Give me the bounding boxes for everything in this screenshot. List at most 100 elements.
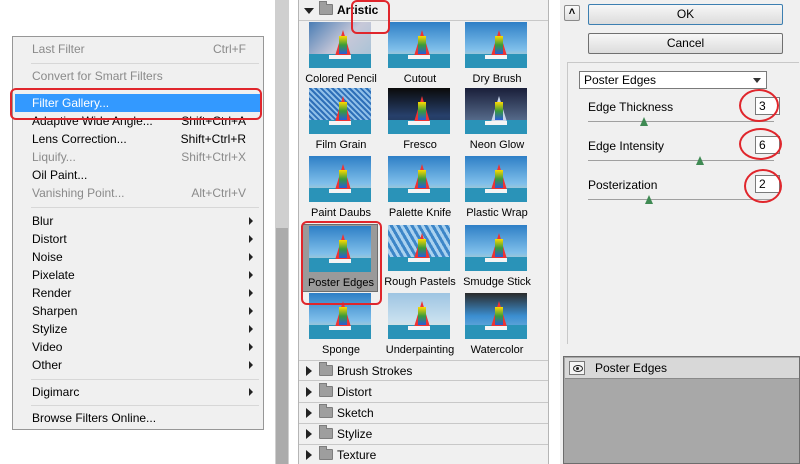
thumb-underpainting[interactable]: Underpainting [384,292,456,362]
slider-thumb[interactable] [645,195,654,204]
menu-item-label: Filter Gallery... [32,96,110,110]
menu-item-distort[interactable]: Distort [13,230,263,248]
slider-thumb[interactable] [639,117,648,126]
ok-button[interactable]: OK [588,4,783,25]
filter-menu: Last Filter Ctrl+F Convert for Smart Fil… [12,36,264,430]
menu-item-label: Digimarc [32,385,80,399]
thumb-label: Poster Edges [307,277,375,289]
posterization-slider[interactable] [588,195,774,204]
menu-separator [31,63,259,64]
category-artistic[interactable]: Artistic [299,0,548,21]
expand-triangle-icon [306,366,312,376]
expand-triangle-icon [306,429,312,439]
thumb-label: Rough Pastels [384,276,456,288]
menu-item-pixelate[interactable]: Pixelate [13,266,263,284]
menu-item-shortcut: Shift+Ctrl+X [181,150,246,164]
thumb-poster-edges[interactable]: Poster Edges [302,224,378,292]
folder-icon [319,404,333,418]
menu-item-vanishing-point[interactable]: Vanishing Point... Alt+Ctrl+V [13,184,263,202]
param-label-edge-intensity: Edge Intensity [588,139,665,153]
menu-item-adaptive-wide-angle[interactable]: Adaptive Wide Angle... Shift+Ctrl+A [13,112,263,130]
filter-thumbnail-image [465,22,527,68]
menu-item-shortcut: Ctrl+F [213,42,246,56]
thumb-label: Smudge Stick [463,276,531,288]
filter-thumbnail-image [465,225,527,271]
category-distort[interactable]: Distort [299,382,548,403]
menu-item-stylize[interactable]: Stylize [13,320,263,338]
category-label: Stylize [337,427,373,441]
menu-item-convert-smart-filters[interactable]: Convert for Smart Filters [13,67,263,85]
menu-item-blur[interactable]: Blur [13,212,263,230]
filter-thumbnail-image [309,226,371,272]
thumb-paint-daubs[interactable]: Paint Daubs [305,155,377,225]
menu-item-lens-correction[interactable]: Lens Correction... Shift+Ctrl+R [13,130,263,148]
posterization-input[interactable]: 2 [755,175,780,193]
menu-item-label: Stylize [32,322,68,336]
filter-thumbnail-image [388,293,450,339]
category-stylize[interactable]: Stylize [299,424,548,445]
slider-thumb[interactable] [695,156,704,165]
thumb-rough-pastels[interactable]: Rough Pastels [384,224,456,294]
edge-thickness-input[interactable]: 3 [755,97,780,115]
submenu-arrow-icon [249,388,253,396]
thumb-neon-glow[interactable]: Neon Glow [461,87,533,157]
thumb-label: Fresco [403,139,437,151]
thumb-sponge[interactable]: Sponge [305,292,377,362]
thumb-cutout[interactable]: Cutout [384,21,456,91]
scrollbar-thumb[interactable] [276,228,288,464]
menu-item-sharpen[interactable]: Sharpen [13,302,263,320]
effect-layer-row[interactable]: Poster Edges [565,358,799,379]
filter-thumbnail-image [388,225,450,271]
param-label-edge-thickness: Edge Thickness [588,100,674,114]
menu-item-last-filter[interactable]: Last Filter Ctrl+F [13,40,263,58]
collapse-chevron-icon[interactable]: ˄ [564,5,580,21]
menu-item-browse-filters-online[interactable]: Browse Filters Online... [13,409,263,427]
edge-intensity-slider[interactable] [588,156,774,165]
menu-item-label: Last Filter [32,42,85,56]
submenu-arrow-icon [249,361,253,369]
category-label: Texture [337,448,377,462]
filter-thumbnail-image [309,88,371,134]
eye-icon[interactable] [569,361,585,375]
filter-thumbnail-image [388,22,450,68]
filter-select-dropdown[interactable]: Poster Edges [579,71,767,89]
thumb-plastic-wrap[interactable]: Plastic Wrap [461,155,533,225]
thumb-smudge-stick[interactable]: Smudge Stick [461,224,533,294]
thumb-label: Film Grain [315,139,367,151]
expand-triangle-icon [306,408,312,418]
folder-icon [319,425,333,439]
menu-separator [31,379,259,380]
filter-select-value: Poster Edges [584,73,657,87]
menu-item-other[interactable]: Other [13,356,263,374]
thumb-label: Watercolor [470,344,524,356]
category-sketch[interactable]: Sketch [299,403,548,424]
category-texture[interactable]: Texture [299,445,548,464]
thumb-fresco[interactable]: Fresco [384,87,456,157]
menu-item-render[interactable]: Render [13,284,263,302]
filter-thumbnail-image [465,293,527,339]
menu-item-filter-gallery[interactable]: Filter Gallery... [15,94,261,112]
thumb-palette-knife[interactable]: Palette Knife [384,155,456,225]
menu-item-digimarc[interactable]: Digimarc [13,383,263,401]
edge-intensity-input[interactable]: 6 [755,136,780,154]
thumb-label: Paint Daubs [311,207,371,219]
menu-item-oil-paint[interactable]: Oil Paint... [13,166,263,184]
folder-icon [319,383,333,397]
submenu-arrow-icon [249,307,253,315]
thumb-film-grain[interactable]: Film Grain [305,87,377,157]
effect-layers-panel: Poster Edges [563,356,800,464]
menu-item-shortcut: Shift+Ctrl+R [180,132,246,146]
thumb-colored-pencil[interactable]: Colored Pencil [305,21,377,91]
menu-item-label: Browse Filters Online... [32,411,157,425]
menu-item-label: Blur [32,214,54,228]
menu-item-noise[interactable]: Noise [13,248,263,266]
thumb-watercolor[interactable]: Watercolor [461,292,533,362]
menu-item-video[interactable]: Video [13,338,263,356]
category-brush-strokes[interactable]: Brush Strokes [299,360,548,381]
cancel-button[interactable]: Cancel [588,33,783,54]
gallery-scrollbar[interactable] [275,0,289,464]
menu-item-label: Distort [32,232,67,246]
menu-item-liquify[interactable]: Liquify... Shift+Ctrl+X [13,148,263,166]
edge-thickness-slider[interactable] [588,117,774,126]
thumb-dry-brush[interactable]: Dry Brush [461,21,533,91]
